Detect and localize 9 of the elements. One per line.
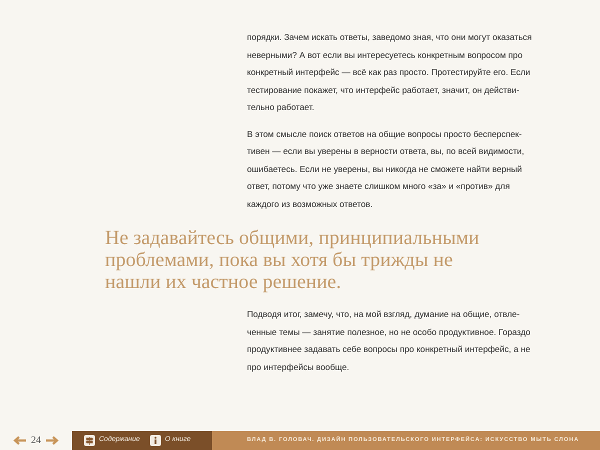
- body-paragraph: порядки. Зачем искать ответы, заведомо зная, что они могут оказаться неверными? А вот если вы интересуетесь конкретным вопросом про конкретный интерфейс — всё как раз просто. Протестируйте его. Если тестирование покажет, что интерфейс работает, значит, он действи- тельно работает.: [247, 31, 533, 114]
- body-paragraph: Подводя итог, замечу, что, на мой взгляд, думание на общие, отвле- ченные темы — занятие полезное, но не особо продуктивное. Гораздо продуктивнее задавать себе вопросы про конкретный интерфейс, а не про интерфейсы вообще.: [247, 308, 532, 374]
- page-number: 24: [31, 434, 41, 448]
- body-paragraph: В этом смысле поиск ответов на общие вопросы просто бесперспек- тивен — если вы уверены в верности ответа, вы, по всей видимости, ошибаетесь. Если не уверены, вы никогда не сможете найти верный ответ, потому что уже знаете слишком много «за» и «против» для каждого из возможных ответов.: [247, 128, 526, 211]
- arrow-right-icon[interactable]: [45, 436, 59, 445]
- info-icon: [150, 435, 161, 446]
- arrow-left-icon[interactable]: [13, 436, 27, 445]
- pull-quote: Не задавайтесь общими, принципиальными проблемами, пока вы хотя бы трижды не нашли их частное решение.: [105, 227, 480, 293]
- signpost-icon: [84, 435, 95, 446]
